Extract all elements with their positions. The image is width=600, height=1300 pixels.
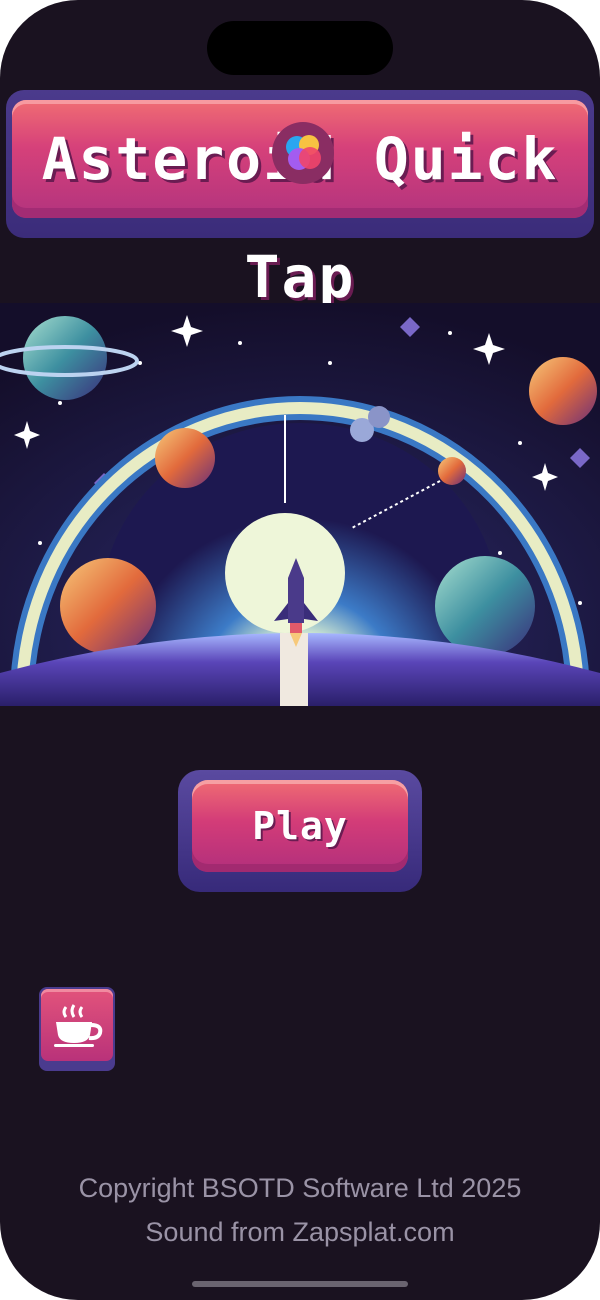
hero-artwork xyxy=(0,303,600,706)
sound-credit-text: Sound from Zapsplat.com xyxy=(145,1217,455,1247)
device-frame: Asteroid Quick Tap Play Copyright BSOTD … xyxy=(0,0,600,1300)
game-center-button[interactable] xyxy=(272,122,334,184)
app-screen: Asteroid Quick Tap Play Copyright BSOTD … xyxy=(0,0,600,1300)
play-button-label: Play xyxy=(252,804,348,848)
coffee-button-face xyxy=(41,989,113,1061)
home-indicator[interactable] xyxy=(192,1281,408,1287)
game-center-icon xyxy=(286,135,321,170)
play-button-face: Play xyxy=(192,780,408,872)
copyright-text: Copyright BSOTD Software Ltd 2025 xyxy=(78,1173,522,1203)
dynamic-island xyxy=(207,21,393,75)
coffee-cup-icon xyxy=(54,1004,103,1047)
play-button[interactable]: Play xyxy=(178,770,422,892)
coffee-button[interactable] xyxy=(39,987,115,1071)
